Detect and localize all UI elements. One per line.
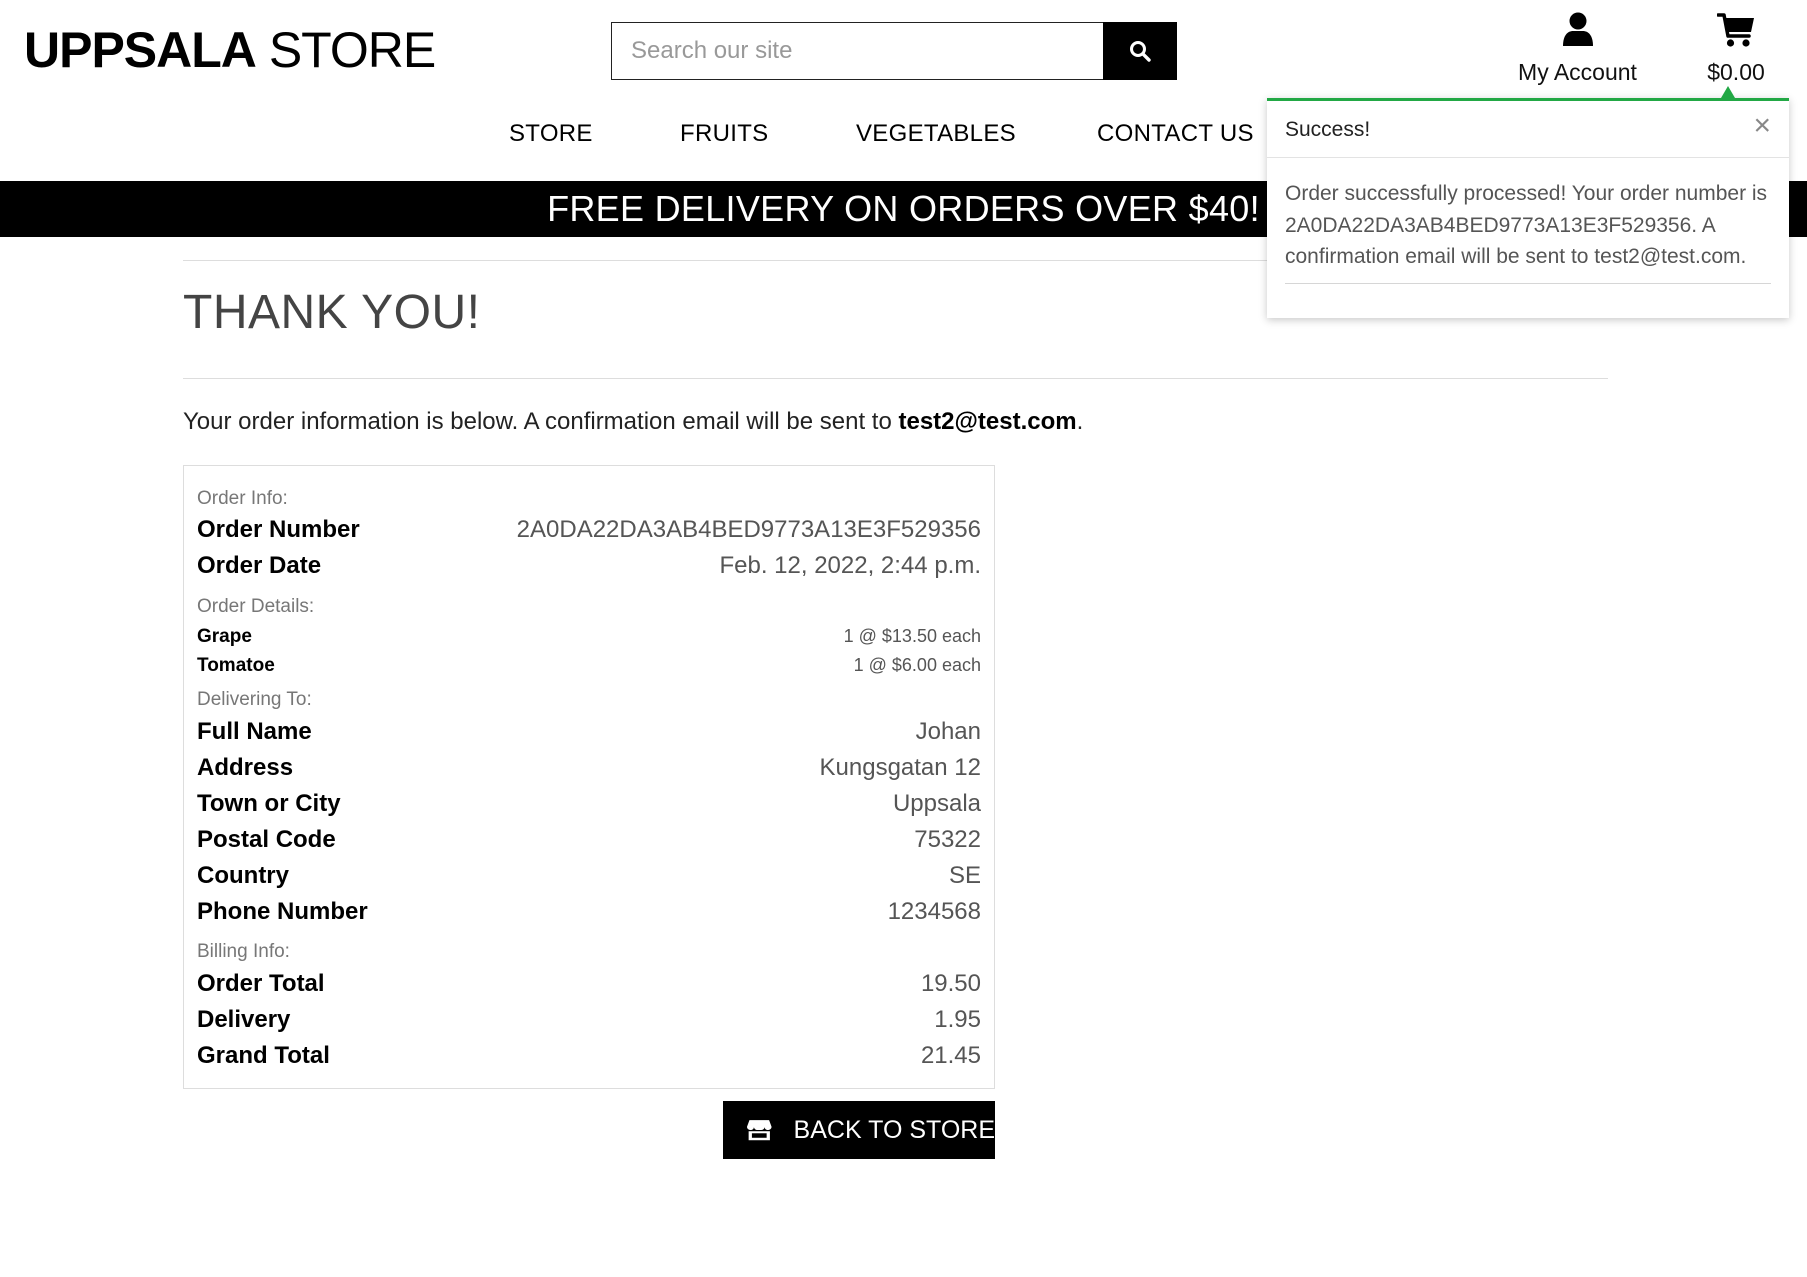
nav-item-store[interactable]: STORE bbox=[509, 120, 593, 148]
order-summary: Order Info: Order Number 2A0DA22DA3AB4BE… bbox=[183, 465, 995, 1089]
nav-item-contact-us[interactable]: CONTACT US bbox=[1097, 120, 1254, 148]
my-account-link[interactable]: My Account bbox=[1505, 12, 1650, 86]
my-account-label: My Account bbox=[1518, 59, 1637, 85]
order-intro-text: Your order information is below. A confi… bbox=[183, 408, 1083, 436]
order-number: 2A0DA22DA3AB4BED9773A13E3F529356 bbox=[516, 516, 981, 543]
billing-row-order-total: Order Total 19.50 bbox=[197, 970, 981, 997]
delivery-row-country: Country SE bbox=[197, 862, 981, 889]
toast-title: Success! bbox=[1285, 118, 1371, 141]
toast-pointer bbox=[1721, 86, 1735, 98]
site-logo[interactable]: UPPSALA STORE bbox=[24, 22, 436, 78]
back-to-store-label: BACK TO STORE bbox=[793, 1115, 995, 1144]
delivery-row-postal-code: Postal Code 75322 bbox=[197, 826, 981, 853]
store-icon bbox=[747, 1120, 772, 1141]
close-icon[interactable]: × bbox=[1753, 111, 1771, 141]
search-form bbox=[611, 22, 1177, 80]
toast-divider bbox=[1285, 282, 1771, 284]
search-input[interactable] bbox=[611, 22, 1103, 80]
nav-item-fruits[interactable]: FRUITS bbox=[680, 120, 768, 148]
search-icon bbox=[1130, 41, 1151, 62]
delivery-row-town: Town or City Uppsala bbox=[197, 790, 981, 817]
brand-name-bold: UPPSALA bbox=[24, 22, 257, 78]
success-toast: Success! × Order successfully processed!… bbox=[1267, 86, 1789, 318]
order-date: Feb. 12, 2022, 2:44 p.m. bbox=[719, 552, 981, 579]
billing-row-grand-total: Grand Total 21.45 bbox=[197, 1042, 981, 1069]
cart-total: $0.00 bbox=[1707, 59, 1765, 85]
nav-item-vegetables[interactable]: VEGETABLES bbox=[856, 120, 1016, 148]
toast-header: Success! × bbox=[1267, 101, 1789, 158]
shopping-cart-icon bbox=[1716, 13, 1754, 47]
toast-message: Order successfully processed! Your order… bbox=[1285, 182, 1768, 268]
order-date-row: Order Date Feb. 12, 2022, 2:44 p.m. bbox=[197, 552, 981, 579]
intro-suffix: . bbox=[1076, 408, 1084, 435]
order-line-item: Grape 1 @ $13.50 each bbox=[197, 626, 981, 647]
divider bbox=[183, 378, 1608, 379]
section-heading-billing-info: Billing Info: bbox=[197, 941, 290, 962]
user-icon bbox=[1562, 12, 1593, 46]
section-heading-order-info: Order Info: bbox=[197, 488, 288, 509]
section-heading-order-details: Order Details: bbox=[197, 596, 315, 617]
brand-name-rest: STORE bbox=[268, 22, 436, 78]
page-title: THANK YOU! bbox=[183, 286, 481, 339]
cart-link[interactable]: $0.00 bbox=[1690, 12, 1782, 86]
order-line-item: Tomatoe 1 @ $6.00 each bbox=[197, 655, 981, 676]
back-to-store-button[interactable]: BACK TO STORE bbox=[723, 1101, 995, 1159]
delivery-row-phone: Phone Number 1234568 bbox=[197, 898, 981, 925]
search-button[interactable] bbox=[1103, 22, 1177, 80]
delivery-row-address: Address Kungsgatan 12 bbox=[197, 754, 981, 781]
delivery-row-full-name: Full Name Johan bbox=[197, 718, 981, 745]
order-number-row: Order Number 2A0DA22DA3AB4BED9773A13E3F5… bbox=[197, 516, 981, 543]
billing-row-delivery: Delivery 1.95 bbox=[197, 1006, 981, 1033]
intro-prefix: Your order information is below. A confi… bbox=[183, 408, 899, 435]
section-heading-delivering-to: Delivering To: bbox=[197, 689, 312, 710]
confirmation-email: test2@test.com bbox=[898, 408, 1077, 435]
